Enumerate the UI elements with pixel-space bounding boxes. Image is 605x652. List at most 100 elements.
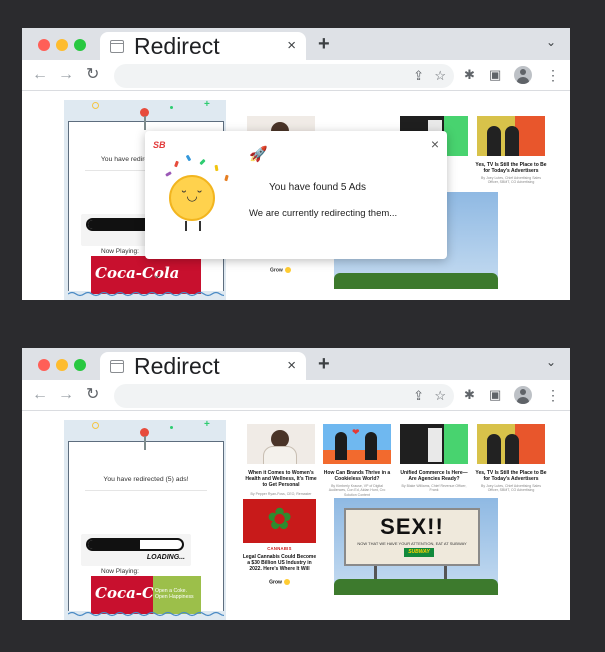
- chevron-down-icon[interactable]: ⌄: [153, 270, 161, 281]
- reload-icon[interactable]: ↻: [86, 65, 99, 85]
- profile-avatar[interactable]: [514, 386, 532, 404]
- toolbar: ← → ↻ ⇪ ☆ ✱ ▣ ⋮: [22, 380, 570, 411]
- side-panel-icon[interactable]: ▣: [489, 387, 501, 403]
- article-headline[interactable]: How Can Brands Thrive in a Cookieless Wo…: [321, 470, 393, 482]
- loading-indicator: LOADING...: [81, 534, 191, 566]
- tab-redirect[interactable]: Redirect ×: [100, 32, 306, 60]
- billboard-ad[interactable]: SEX!! NOW THAT WE HAVE YOUR ATTENTION, E…: [334, 498, 498, 595]
- article-byline: By Pepper Ryan-Foss, CEO, Remaster: [250, 492, 312, 496]
- category-label: CANNABIS: [267, 546, 292, 551]
- article-image[interactable]: [400, 424, 468, 464]
- subway-logo: SUBWAY: [404, 548, 434, 557]
- coke-ad[interactable]: Coca-Cola: [91, 256, 201, 294]
- found-ads-modal: SB 🚀 ˘◡˘ You have found 5 Ads We are cur…: [145, 131, 447, 259]
- billboard-subtext: NOW THAT WE HAVE YOUR ATTENTION, EAT AT …: [357, 541, 467, 546]
- loading-label: LOADING...: [146, 554, 185, 561]
- page-icon: [110, 40, 124, 53]
- new-tab-button[interactable]: +: [318, 33, 330, 55]
- brand-logo: SB: [153, 140, 166, 150]
- side-panel-icon[interactable]: ▣: [489, 67, 501, 83]
- tab-search-icon[interactable]: ⌄: [546, 35, 556, 49]
- share-icon[interactable]: ⇪: [413, 68, 424, 84]
- tab-redirect[interactable]: Redirect ×: [100, 352, 306, 380]
- confetti: [165, 171, 172, 177]
- plus-decoration: +: [204, 99, 210, 110]
- article-headline[interactable]: Yes, TV Is Still the Place to Be for Tod…: [475, 470, 547, 482]
- close-window-button[interactable]: [38, 359, 50, 371]
- address-bar[interactable]: ⇪ ☆: [114, 384, 454, 408]
- loading-fill: [88, 540, 140, 549]
- new-tab-button[interactable]: +: [318, 353, 330, 375]
- menu-icon[interactable]: ⋮: [546, 387, 560, 403]
- close-icon[interactable]: ×: [431, 137, 439, 151]
- article-image[interactable]: ❤: [323, 424, 391, 464]
- tab-bar: Redirect × + ⌄: [22, 28, 570, 60]
- bookmark-star-icon[interactable]: ☆: [434, 388, 446, 404]
- now-playing-label: Now Playing:: [101, 248, 139, 255]
- coke-tagline: Open a Coke. Open Happiness: [155, 588, 194, 600]
- confetti: [224, 174, 229, 182]
- screenshot-bottom: Redirect × + ⌄ ← → ↻ ⇪ ☆ ✱ ▣ ⋮ + You hav…: [22, 348, 570, 620]
- extensions-icon[interactable]: ✱: [464, 67, 475, 83]
- modal-title: You have found 5 Ads: [269, 182, 366, 193]
- bookmark-star-icon[interactable]: ☆: [434, 68, 446, 84]
- article-headline[interactable]: Unified Commerce Is Here—Are Agencies Re…: [398, 470, 470, 482]
- confetti: [214, 164, 219, 172]
- maximize-window-button[interactable]: [74, 359, 86, 371]
- extension-panel: + You have redirected (5) ads! LOADING..…: [64, 420, 226, 620]
- billboard-headline: SEX!!: [380, 514, 444, 539]
- share-icon[interactable]: ⇪: [413, 388, 424, 404]
- tab-bar: Redirect × + ⌄: [22, 348, 570, 380]
- profile-avatar[interactable]: [514, 66, 532, 84]
- forward-icon[interactable]: →: [58, 65, 74, 85]
- dot-decoration: [170, 106, 173, 109]
- menu-icon[interactable]: ⋮: [546, 67, 560, 83]
- screenshot-top: Redirect × + ⌄ ← → ↻ ⇪ ☆ ✱ ▣ ⋮ + You hav…: [22, 28, 570, 300]
- article-image[interactable]: [477, 424, 545, 464]
- close-window-button[interactable]: [38, 39, 50, 51]
- dot-decoration: [170, 426, 173, 429]
- plus-decoration: +: [204, 419, 210, 430]
- back-icon[interactable]: ←: [32, 65, 48, 85]
- article-image[interactable]: [477, 116, 545, 156]
- minimize-window-button[interactable]: [56, 39, 68, 51]
- tab-search-icon[interactable]: ⌄: [546, 355, 556, 369]
- article-image[interactable]: [247, 424, 315, 464]
- cannabis-teaser[interactable]: Grow: [270, 267, 291, 273]
- article-teaser[interactable]: Grow: [241, 579, 318, 586]
- back-icon[interactable]: ←: [32, 385, 48, 405]
- loading-bar: [86, 538, 184, 551]
- note-card: You have redirected (5) ads! LOADING... …: [68, 441, 224, 614]
- tab-close-icon[interactable]: ×: [287, 37, 296, 55]
- article-byline: By Joey Lutes, Chief Advertising Sales O…: [481, 176, 541, 185]
- article-byline: By Blake Williams, Chief Revenue Officer…: [401, 484, 467, 493]
- pin-stem: [144, 116, 146, 130]
- article-headline[interactable]: When it Comes to Women's Health and Well…: [244, 470, 318, 489]
- tab-close-icon[interactable]: ×: [287, 357, 296, 375]
- divider: [85, 490, 207, 491]
- redirect-count-text: You have redirected (5) ads!: [103, 476, 189, 483]
- cannabis-image[interactable]: ✿: [243, 499, 316, 543]
- reload-icon[interactable]: ↻: [86, 385, 99, 405]
- minimize-window-button[interactable]: [56, 359, 68, 371]
- circle-decoration: [92, 422, 99, 429]
- mascot-leg: [185, 221, 187, 231]
- confetti: [185, 154, 192, 162]
- wave-border: [68, 611, 224, 617]
- page-icon: [110, 360, 124, 373]
- wave-border: [68, 291, 224, 297]
- page-content: + You have redirected (5) ads! LOADING..…: [22, 412, 570, 620]
- article-headline[interactable]: Yes, TV Is Still the Place to Be for Tod…: [475, 162, 547, 174]
- article-byline: By Kimberly Krause, VP of Digital Audien…: [328, 484, 386, 497]
- rocket-icon: 🚀: [249, 146, 268, 163]
- tab-title: Redirect: [134, 33, 220, 59]
- coke-ad[interactable]: Coca-Cola Open a Coke. Open Happiness: [91, 576, 201, 614]
- page-content: + You have redirected LO Now Playing: Co…: [22, 92, 570, 300]
- maximize-window-button[interactable]: [74, 39, 86, 51]
- forward-icon[interactable]: →: [58, 385, 74, 405]
- address-bar[interactable]: ⇪ ☆: [114, 64, 454, 88]
- toolbar: ← → ↻ ⇪ ☆ ✱ ▣ ⋮: [22, 60, 570, 91]
- confetti: [199, 158, 206, 166]
- article-headline[interactable]: Legal Cannabis Could Become a $30 Billio…: [241, 554, 318, 573]
- extensions-icon[interactable]: ✱: [464, 387, 475, 403]
